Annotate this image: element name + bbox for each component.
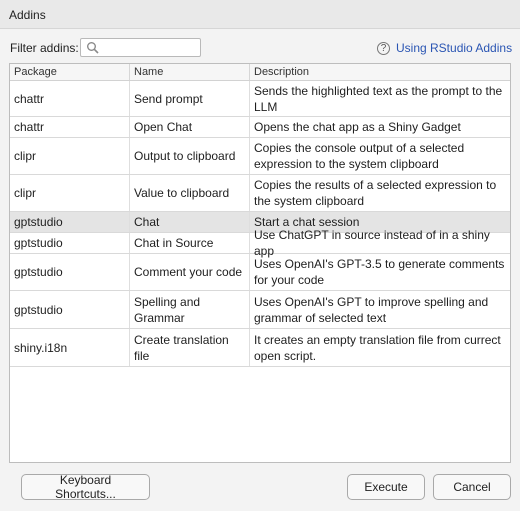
name-cell: Chat (130, 212, 250, 232)
table-row[interactable]: gptstudio Spelling and Grammar Uses Open… (10, 291, 510, 329)
name-cell: Value to clipboard (130, 175, 250, 211)
package-cell: gptstudio (10, 254, 130, 290)
description-cell: Sends the highlighted text as the prompt… (254, 83, 503, 114)
package-cell: gptstudio (10, 212, 130, 232)
description-cell: Opens the chat app as a Shiny Gadget (254, 120, 461, 134)
filter-field[interactable] (80, 38, 201, 57)
cancel-button[interactable]: Cancel (433, 474, 511, 500)
column-header-name[interactable]: Name (130, 64, 250, 80)
addins-table[interactable]: Package Name Description chattr Send pro… (9, 63, 511, 463)
name-cell: Send prompt (130, 81, 250, 116)
filter-input[interactable] (103, 40, 197, 55)
description-cell: It creates an empty translation file fro… (254, 332, 501, 363)
name-cell: Spelling and Grammar (130, 291, 250, 328)
package-cell: clipr (10, 138, 130, 174)
table-row[interactable]: gptstudio Comment your code Uses OpenAI'… (10, 254, 510, 291)
keyboard-shortcuts-button[interactable]: Keyboard Shortcuts... (21, 473, 150, 501)
filter-label: Filter addins: (10, 41, 79, 55)
package-cell: shiny.i18n (10, 329, 130, 366)
package-cell: chattr (10, 117, 130, 137)
description-cell: Uses OpenAI's GPT-3.5 to generate commen… (254, 257, 505, 287)
using-addins-link[interactable]: ? Using RStudio Addins (377, 39, 512, 57)
description-cell: Copies the results of a selected express… (254, 178, 497, 208)
table-row[interactable]: clipr Output to clipboard Copies the con… (10, 138, 510, 175)
package-cell: clipr (10, 175, 130, 211)
package-cell: chattr (10, 81, 130, 116)
name-cell: Output to clipboard (130, 138, 250, 174)
table-row[interactable]: clipr Value to clipboard Copies the resu… (10, 175, 510, 212)
description-cell: Use ChatGPT in source instead of in a sh… (254, 228, 490, 258)
package-cell: gptstudio (10, 233, 130, 253)
name-cell: Open Chat (130, 117, 250, 137)
table-row[interactable]: chattr Open Chat Opens the chat app as a… (10, 117, 510, 138)
dialog-titlebar: Addins (0, 0, 520, 29)
description-cell: Uses OpenAI's GPT to improve spelling an… (254, 294, 489, 325)
question-circle-icon: ? (377, 41, 390, 55)
column-header-description[interactable]: Description (250, 64, 510, 80)
dialog-title: Addins (9, 8, 46, 22)
search-icon (87, 42, 99, 54)
table-header: Package Name Description (10, 64, 510, 81)
name-cell: Comment your code (130, 254, 250, 290)
description-cell: Copies the console output of a selected … (254, 141, 465, 171)
column-header-package[interactable]: Package (10, 64, 130, 80)
using-addins-label: Using RStudio Addins (396, 41, 513, 55)
name-cell: Create translation file (130, 329, 250, 366)
table-row[interactable]: shiny.i18n Create translation file It cr… (10, 329, 510, 367)
table-row[interactable]: gptstudio Chat in Source Use ChatGPT in … (10, 228, 510, 258)
execute-button[interactable]: Execute (347, 474, 425, 500)
package-cell: gptstudio (10, 291, 130, 328)
name-cell: Chat in Source (130, 233, 250, 253)
table-row[interactable]: chattr Send prompt Sends the highlighted… (10, 81, 510, 117)
